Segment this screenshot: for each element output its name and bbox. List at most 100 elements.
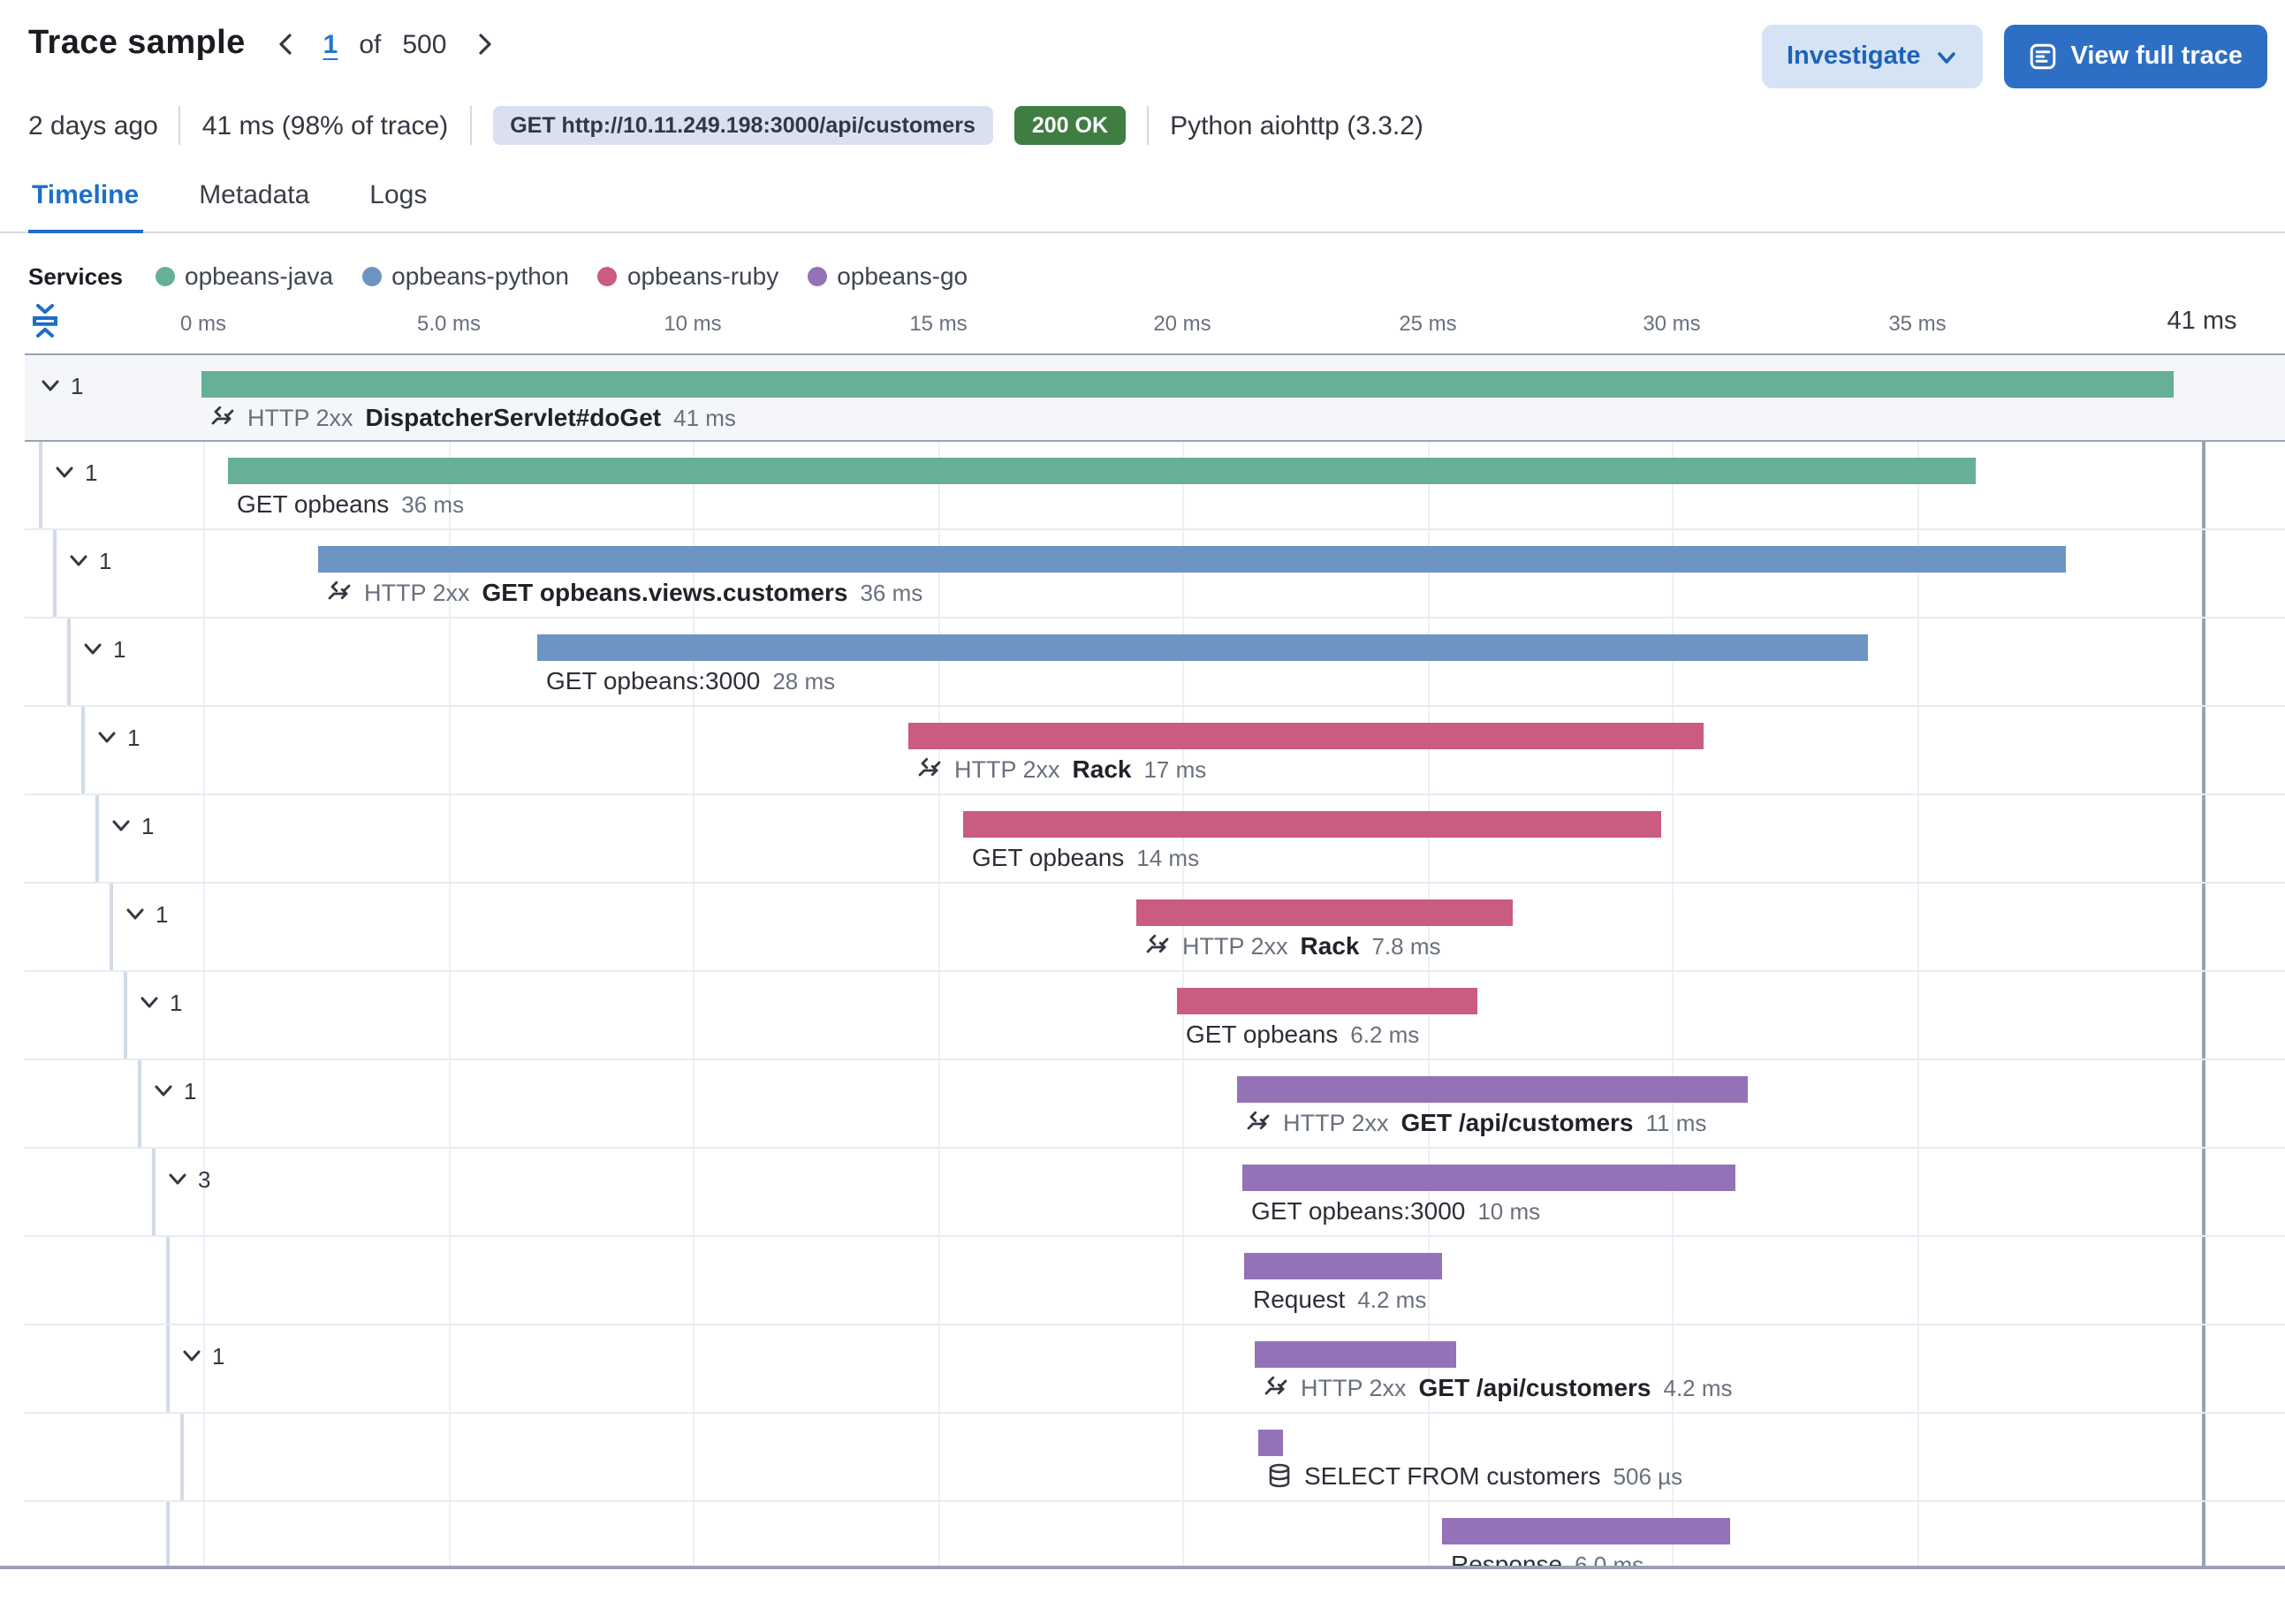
collapse-children-button[interactable]: 1 [180,1343,224,1370]
http-status-prefix: HTTP 2xx [1182,932,1288,959]
span-bar[interactable] [1177,988,1477,1014]
span-bar[interactable] [228,458,1976,484]
legend-item-opbeans-java: opbeans-java [155,262,333,290]
divider [178,106,181,145]
waterfall-row[interactable]: 3 GET opbeans:3000 10 ms [25,1149,2285,1237]
next-sample-button[interactable] [467,28,499,60]
service-color-dot [596,266,617,285]
axis-tick: 35 ms [1888,311,1947,336]
span-bar[interactable] [1237,1076,1748,1103]
span-name: Response [1451,1550,1563,1569]
children-count: 1 [141,813,155,839]
span-duration: 11 ms [1645,1109,1707,1135]
transaction-merge-icon [328,581,351,600]
trace-meta-row: 2 days ago 41 ms (98% of trace) GET http… [0,88,2285,145]
transaction-merge-icon [1146,934,1169,953]
investigate-label: Investigate [1787,42,1921,71]
span-label[interactable]: HTTP 2xx Rack 7.8 ms [1145,931,1441,960]
children-count: 1 [71,373,84,399]
waterfall-row[interactable]: 1 GET opbeans 14 ms [25,795,2285,884]
waterfall-row[interactable]: 1 HTTP 2xx Rack 17 ms [25,707,2285,795]
total-samples: 500 [402,29,447,59]
span-bar[interactable] [1255,1341,1456,1368]
investigate-button[interactable]: Investigate [1762,25,1983,88]
waterfall-row[interactable]: 1 HTTP 2xx GET opbeans.views.customers 36 m… [25,530,2285,618]
span-bar[interactable] [537,634,1868,661]
legend-item-opbeans-go: opbeans-go [807,262,968,290]
tree-depth-guide [152,1149,156,1235]
agent-info: Python aiohttp (3.3.2) [1170,110,1423,140]
span-bar[interactable] [1258,1430,1283,1456]
children-count: 3 [198,1166,211,1193]
collapse-children-button[interactable]: 3 [166,1166,210,1193]
span-label[interactable]: Request 4.2 ms [1253,1285,1426,1313]
span-label[interactable]: HTTP 2xx GET opbeans.views.customers 36 ms [327,578,922,606]
transaction-merge-icon [1247,1111,1270,1130]
waterfall-row[interactable]: 1 HTTP 2xx GET /api/customers 11 ms [25,1060,2285,1149]
span-bar[interactable] [318,546,2066,573]
chevron-down-icon [169,1173,186,1185]
collapse-children-button[interactable]: 1 [53,459,97,486]
tree-depth-guide [166,1325,170,1412]
waterfall-row[interactable]: 1 HTTP 2xx GET /api/customers 4.2 ms [25,1325,2285,1414]
chevron-down-icon [98,732,116,743]
span-label[interactable]: Response 6.0 ms [1451,1550,1644,1569]
span-label[interactable]: SELECT FROM customers 506 µs [1267,1461,1682,1490]
waterfall-row[interactable]: 1 HTTP 2xx Rack 7.8 ms [25,884,2285,972]
waterfall-row[interactable]: Request 4.2 ms [25,1237,2285,1325]
span-duration: 41 ms [673,404,736,430]
tree-depth-guide [138,1060,141,1147]
waterfall-row[interactable]: 1 GET opbeans 36 ms [25,442,2285,530]
children-count: 1 [99,548,112,574]
waterfall-row[interactable]: 1 GET opbeans:3000 28 ms [25,618,2285,707]
span-bar[interactable] [963,811,1661,838]
span-bar[interactable] [201,371,2174,398]
view-full-trace-button[interactable]: View full trace [2003,25,2267,88]
span-bar[interactable] [1244,1253,1442,1279]
tab-timeline[interactable]: Timeline [28,170,143,233]
span-label[interactable]: HTTP 2xx GET /api/customers 11 ms [1246,1108,1706,1136]
waterfall-row[interactable]: SELECT FROM customers 506 µs [25,1414,2285,1502]
collapse-children-button[interactable]: 1 [124,901,168,928]
children-count: 1 [184,1078,197,1104]
span-label[interactable]: GET opbeans:3000 10 ms [1251,1196,1540,1225]
collapse-children-button[interactable]: 1 [39,373,83,399]
span-bar[interactable] [908,723,1704,749]
current-sample-number[interactable]: 1 [323,29,338,59]
chevron-down-icon [112,820,130,831]
collapse-children-button[interactable]: 1 [152,1078,196,1104]
tree-depth-guide [166,1237,170,1324]
tab-logs[interactable]: Logs [366,170,430,231]
transaction-merge-icon [211,406,234,425]
span-name: GET opbeans:3000 [1251,1196,1466,1225]
span-label[interactable]: GET opbeans 14 ms [972,843,1199,871]
children-count: 1 [127,725,140,751]
time-axis: 0 ms 5.0 ms 10 ms 15 ms 20 ms 25 ms 30 ms 35 ms… [0,300,2285,353]
span-label[interactable]: GET opbeans:3000 28 ms [546,666,835,694]
collapse-children-button[interactable]: 1 [67,548,111,574]
collapse-children-button[interactable]: 1 [110,813,154,839]
tree-depth-guide [95,795,99,882]
waterfall-row[interactable]: Response 6.0 ms [25,1502,2285,1569]
collapse-children-button[interactable]: 1 [95,725,140,751]
span-label[interactable]: HTTP 2xx GET /api/customers 4.2 ms [1264,1373,1733,1401]
span-label[interactable]: HTTP 2xx DispatcherServlet#doGet 41 ms [210,403,736,431]
span-duration: 36 ms [860,579,923,605]
collapse-children-button[interactable]: 1 [81,636,125,663]
collapse-all-button[interactable] [30,304,60,338]
span-label[interactable]: GET opbeans 6.2 ms [1186,1020,1419,1048]
waterfall-row[interactable]: 1 GET opbeans 6.2 ms [25,972,2285,1060]
span-label[interactable]: HTTP 2xx Rack 17 ms [917,755,1206,783]
span-bar[interactable] [1136,899,1513,926]
waterfall-row[interactable]: 1 HTTP 2xx DispatcherServlet#doGet 41 ms [25,353,2285,442]
tab-bar: Timeline Metadata Logs [0,145,2285,233]
http-status-prefix: HTTP 2xx [364,579,470,605]
legend-item-opbeans-ruby: opbeans-ruby [596,262,778,290]
span-bar[interactable] [1242,1165,1735,1191]
collapse-children-button[interactable]: 1 [138,990,182,1016]
prev-sample-button[interactable] [270,28,302,60]
tab-metadata[interactable]: Metadata [195,170,313,231]
span-bar[interactable] [1442,1518,1730,1544]
service-name: opbeans-python [391,262,569,290]
span-label[interactable]: GET opbeans 36 ms [237,489,464,518]
